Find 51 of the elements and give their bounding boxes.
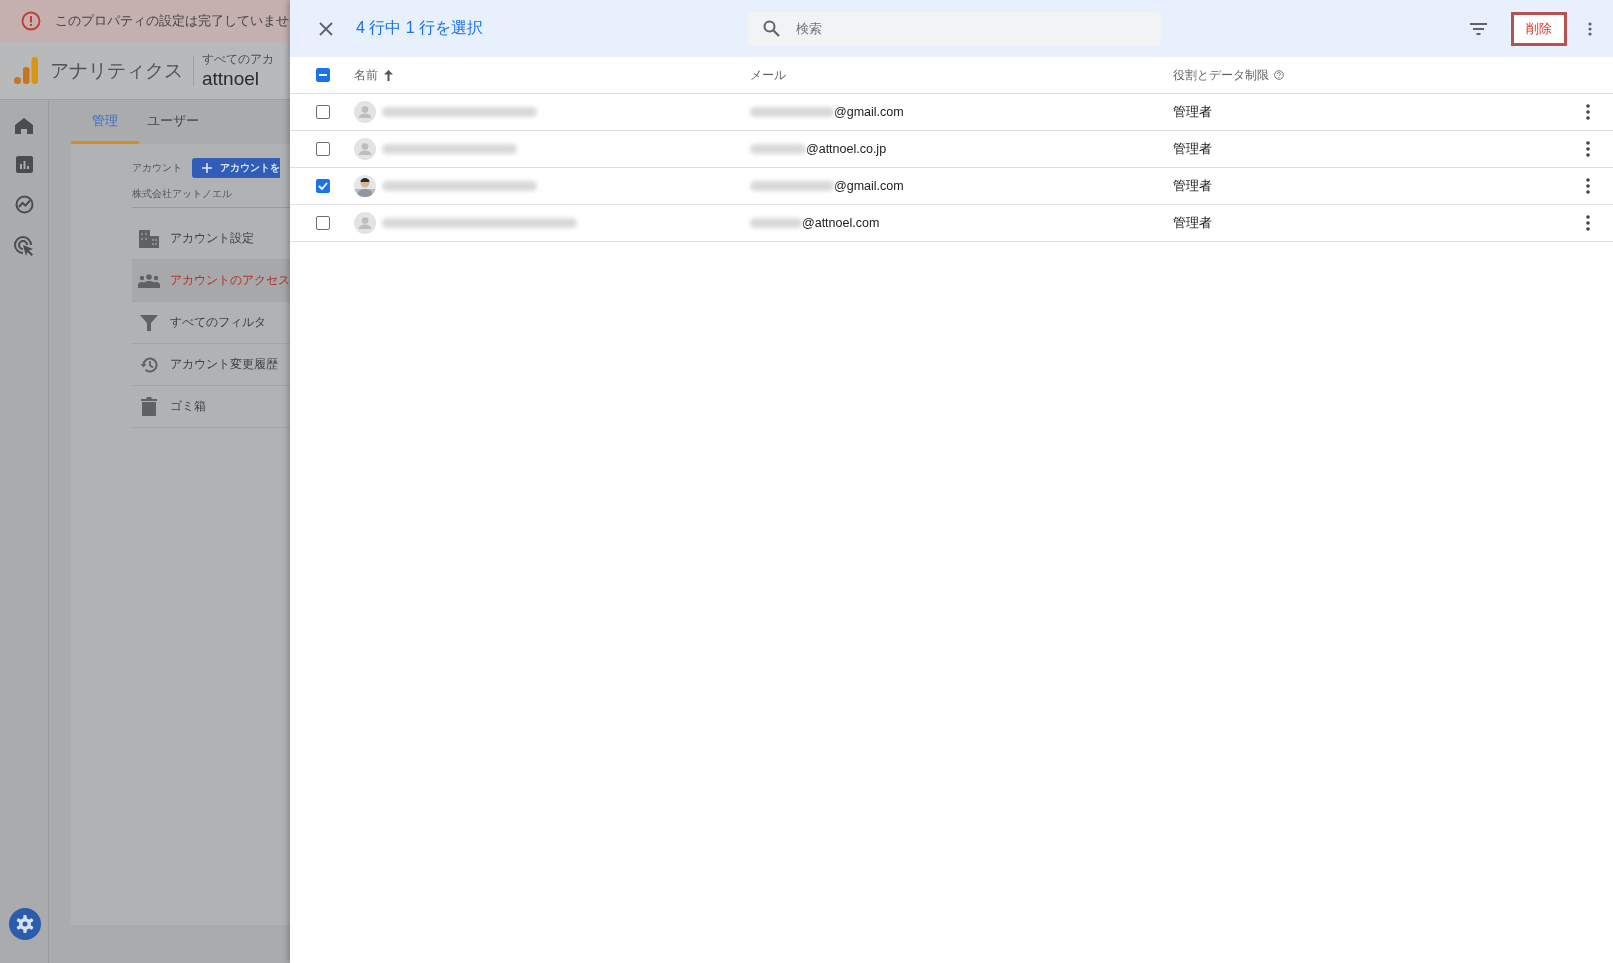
- select-all-checkbox[interactable]: [316, 68, 330, 82]
- help-icon[interactable]: [1274, 70, 1284, 80]
- section-label: アカウント: [132, 161, 182, 175]
- bar-chart-icon[interactable]: [15, 156, 33, 173]
- warning-icon: [21, 11, 41, 31]
- blurred-email: [750, 144, 806, 154]
- create-account-button[interactable]: アカウントを: [192, 158, 280, 178]
- trash-icon: [141, 397, 157, 416]
- history-icon: [140, 355, 158, 374]
- email-domain: @attnoel.co.jp: [806, 142, 887, 156]
- sort-arrow-icon[interactable]: [384, 69, 393, 81]
- plus-icon: [202, 163, 212, 173]
- column-header[interactable]: 名前: [354, 66, 378, 84]
- row-checkbox[interactable]: [316, 179, 330, 193]
- filter-icon: [140, 313, 158, 332]
- building-icon: [139, 229, 159, 248]
- email-domain: @attnoel.com: [802, 216, 880, 230]
- email-domain: @gmail.com: [834, 179, 904, 193]
- delete-button[interactable]: 削除: [1511, 11, 1567, 46]
- filter-icon[interactable]: [1470, 22, 1487, 35]
- more-icon[interactable]: [1586, 178, 1590, 194]
- home-icon[interactable]: [15, 118, 33, 134]
- people-icon: [138, 273, 160, 288]
- more-icon[interactable]: [1588, 21, 1592, 36]
- breadcrumb[interactable]: すべてのアカ: [202, 51, 274, 68]
- close-icon[interactable]: [319, 21, 333, 36]
- row-checkbox[interactable]: [316, 216, 330, 230]
- role-cell: 管理者: [1173, 104, 1212, 119]
- role-cell: 管理者: [1173, 178, 1212, 193]
- column-header[interactable]: メール: [750, 66, 786, 84]
- column-header[interactable]: 役割とデータ制限: [1173, 66, 1269, 84]
- trend-icon[interactable]: [14, 195, 34, 214]
- menu-item[interactable]: ゴミ箱: [132, 386, 290, 428]
- blurred-email: [750, 218, 802, 228]
- account-name[interactable]: attnoel: [202, 68, 274, 90]
- bar-chart-logo-icon: [14, 57, 38, 84]
- more-icon[interactable]: [1586, 215, 1590, 231]
- row-checkbox[interactable]: [316, 142, 330, 156]
- role-cell: 管理者: [1173, 141, 1212, 156]
- row-checkbox[interactable]: [316, 105, 330, 119]
- search-field[interactable]: 検索: [748, 11, 1161, 46]
- admin-tab[interactable]: ユーザー: [139, 100, 207, 144]
- warning-message: このプロパティの設定は完了していませ: [55, 12, 289, 30]
- product-name: アナリティクス: [50, 58, 183, 83]
- settings-icon[interactable]: [9, 908, 41, 940]
- email-domain: @gmail.com: [834, 105, 904, 119]
- more-icon[interactable]: [1586, 141, 1590, 157]
- selection-title: 4 行中 1 行を選択: [356, 18, 485, 38]
- more-icon[interactable]: [1586, 104, 1590, 120]
- cursor-target-icon[interactable]: [14, 236, 34, 256]
- role-cell: 管理者: [1173, 215, 1212, 230]
